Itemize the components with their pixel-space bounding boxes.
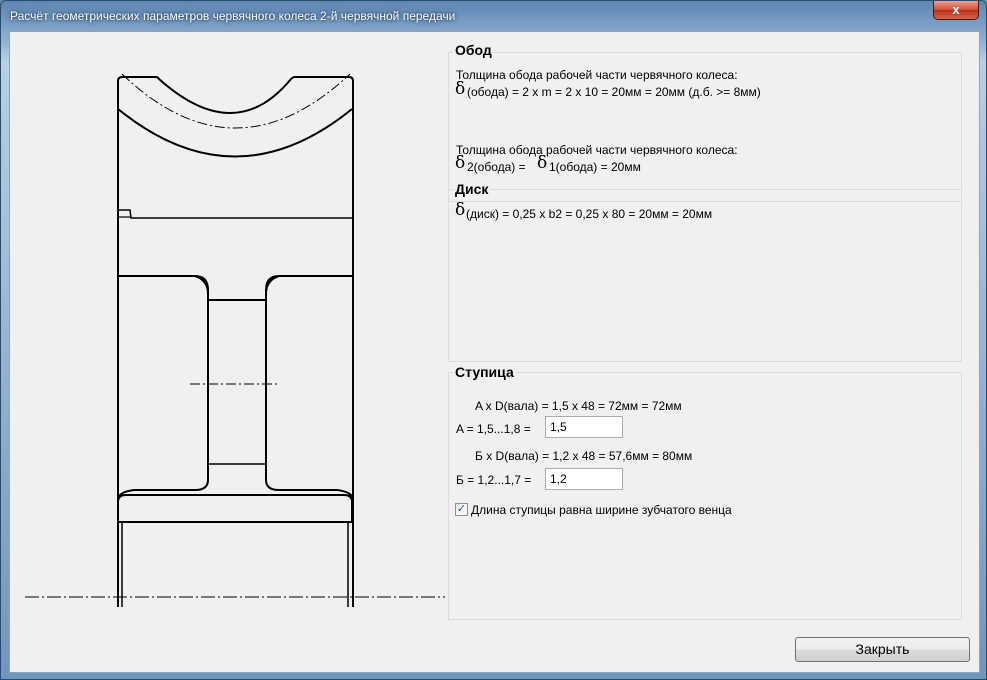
window-close-button[interactable]: x (933, 1, 979, 20)
hub-a-formula: A x D(вала) = 1,5 x 48 = 72мм = 72мм (475, 399, 682, 413)
hub-b-label: Б = 1,2...1,7 = (456, 473, 532, 487)
dialog-client-area: Обод Толщина обода рабочей части червячн… (9, 31, 980, 673)
hub-group-title: Ступица (453, 364, 516, 380)
hub-a-label: A = 1,5...1,8 = (456, 422, 531, 436)
window: Расчёт геометрических параметров червячн… (0, 0, 987, 680)
rim-text-1: Толщина обода рабочей части червячного к… (456, 68, 738, 82)
worm-wheel-drawing (25, 73, 445, 607)
title-bar[interactable]: Расчёт геометрических параметров червячн… (1, 1, 986, 31)
rim-text-3: Толщина обода рабочей части червячного к… (456, 143, 738, 157)
disk-group: Диск δ (диск) = 0,25 x b2 = 0,25 x 80 = … (448, 181, 962, 362)
hub-group: Ступица A x D(вала) = 1,5 x 48 = 72мм = … (448, 364, 962, 620)
rim-text-2: (обода) = 2 x m = 2 x 10 = 20мм = 20мм (… (467, 85, 761, 99)
rim-group-title: Обод (453, 42, 494, 58)
disk-text-1: (диск) = 0,25 x b2 = 0,25 x 80 = 20мм = … (466, 207, 713, 221)
window-title: Расчёт геометрических параметров червячн… (10, 9, 456, 23)
rim-text-4b: 1(обода) = 20мм (549, 160, 641, 174)
hub-b-input[interactable] (545, 468, 623, 490)
hub-length-checkbox-label[interactable]: Длина ступицы равна ширине зубчатого вен… (471, 503, 732, 517)
disk-group-title: Диск (453, 181, 491, 197)
hub-length-checkbox[interactable]: ✓ (455, 503, 468, 516)
delta-symbol: δ (455, 153, 466, 173)
delta-symbol: δ (537, 153, 548, 173)
delta-symbol: δ (455, 79, 466, 99)
hub-b-formula: Б x D(вала) = 1,2 x 48 = 57,6мм = 80мм (475, 449, 693, 463)
rim-group: Обод Толщина обода рабочей части червячн… (448, 42, 962, 202)
delta-symbol: δ (455, 200, 466, 220)
hub-a-input[interactable] (545, 416, 623, 438)
rim-text-4a: 2(обода) = (467, 160, 526, 174)
close-button[interactable]: Закрыть (795, 637, 970, 662)
